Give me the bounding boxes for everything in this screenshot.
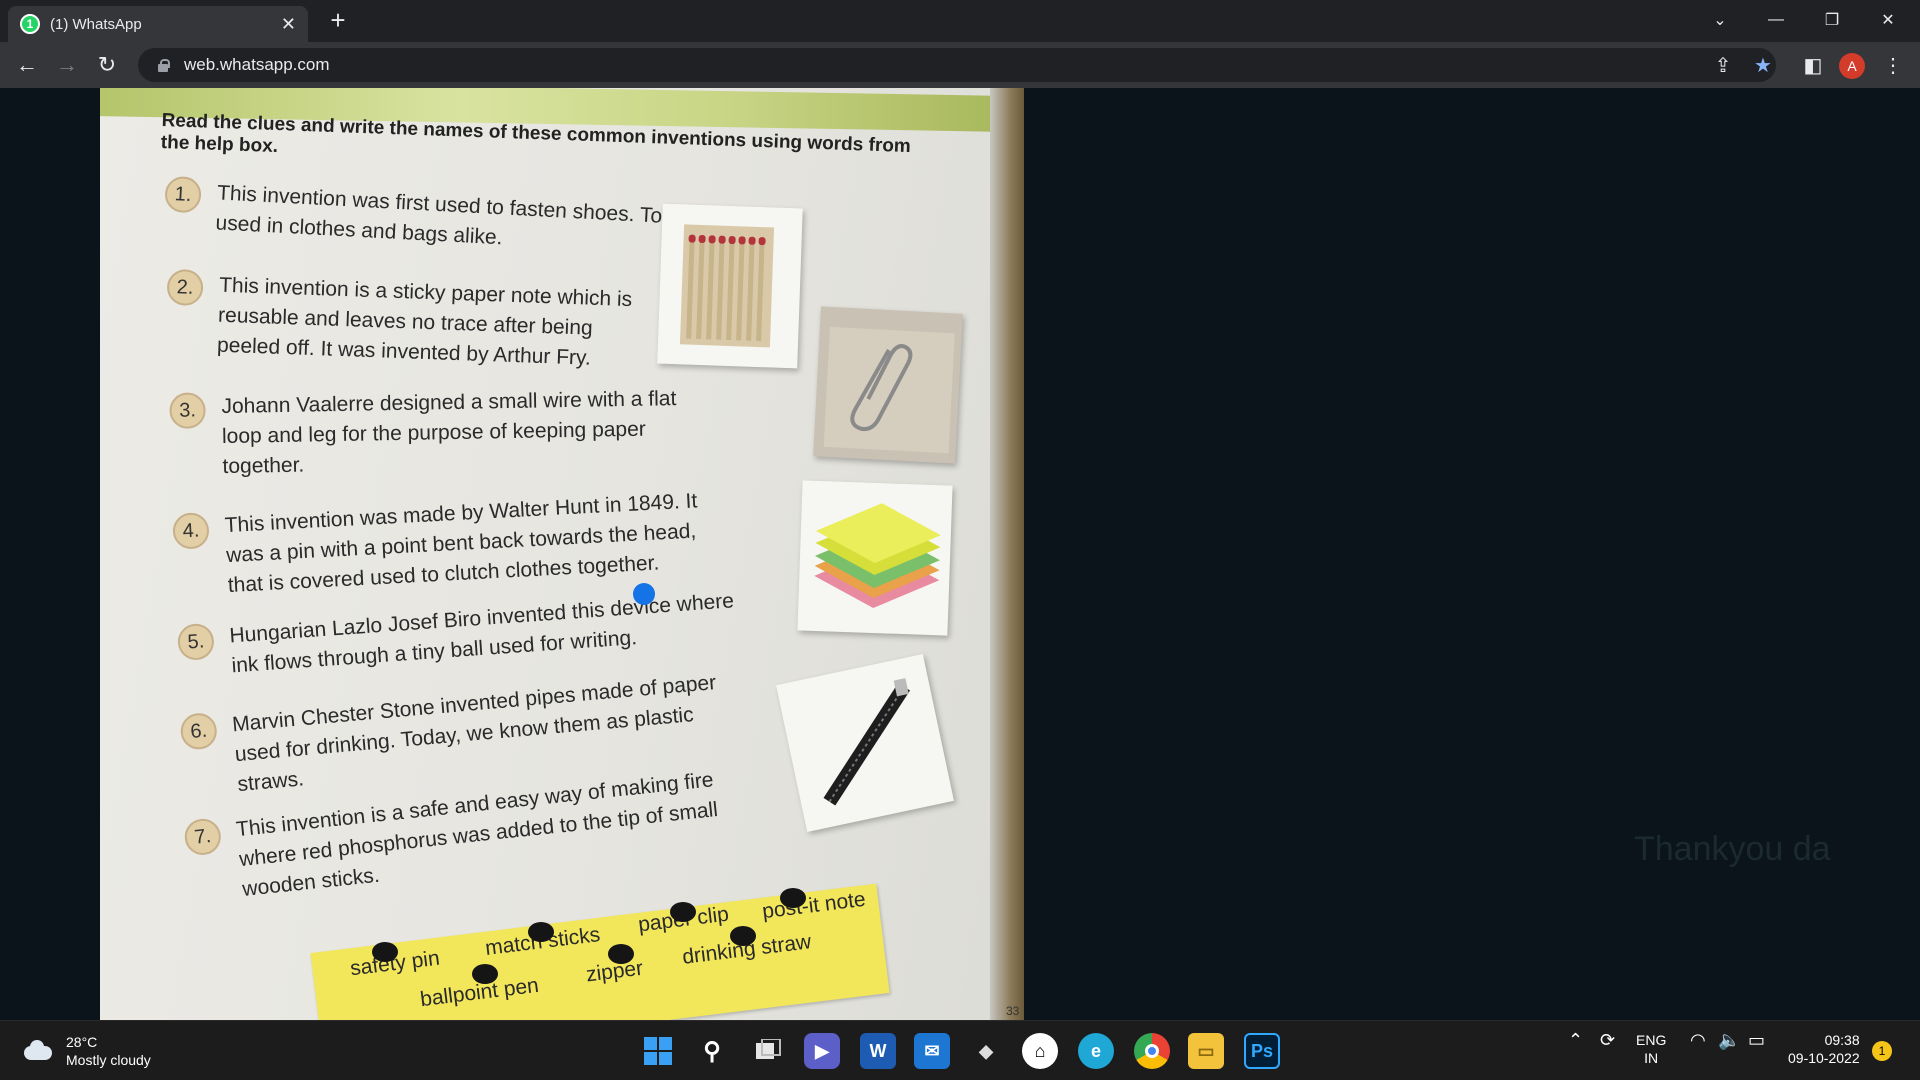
clue-number: 2.	[166, 268, 204, 307]
close-window-button[interactable]: ✕	[1860, 0, 1916, 40]
bookmark-star-icon[interactable]: ★	[1748, 50, 1778, 80]
steam-icon[interactable]: ⌂	[1022, 1033, 1058, 1069]
lock-icon[interactable]	[156, 58, 170, 72]
profile-avatar[interactable]: A	[1839, 53, 1865, 79]
clock[interactable]: 09:38 09-10-2022	[1788, 1031, 1860, 1067]
ink-blot	[528, 922, 554, 942]
viewer-background: Thankyou da	[1024, 88, 1920, 1020]
forward-button[interactable]: →	[52, 50, 82, 80]
teams-chat-icon[interactable]: ▶	[804, 1033, 840, 1069]
matchbox-image	[657, 203, 803, 369]
menu-kebab-icon[interactable]: ⋮	[1878, 50, 1908, 80]
ink-blot	[730, 926, 756, 946]
faded-message-text: Thankyou da	[1634, 830, 1831, 868]
share-icon[interactable]: ⇪	[1708, 50, 1738, 80]
ink-blot	[372, 942, 398, 962]
back-button[interactable]: ←	[12, 50, 42, 80]
clue-number: 4.	[172, 511, 210, 550]
sticky-notes-image	[797, 480, 953, 636]
zipper-image	[776, 654, 954, 832]
side-panel-icon[interactable]: ◧	[1798, 50, 1828, 80]
ink-blot	[472, 964, 498, 984]
zipper-icon	[823, 678, 911, 806]
sticky-notes-icon	[814, 503, 941, 608]
edge-icon[interactable]: e	[1078, 1033, 1114, 1069]
task-view-icon[interactable]	[750, 1033, 786, 1069]
windows-logo-icon	[644, 1037, 672, 1065]
book-edge	[990, 88, 1024, 1020]
whatsapp-icon: 1	[20, 14, 40, 34]
ink-blot	[608, 944, 634, 964]
clue-text: This invention was made by Walter Hunt i…	[224, 489, 698, 598]
chrome-icon[interactable]	[1134, 1033, 1170, 1069]
matchsticks-icon	[679, 224, 775, 348]
date: 09-10-2022	[1788, 1050, 1860, 1066]
tab-whatsapp[interactable]: 1 (1) WhatsApp ✕	[8, 6, 308, 42]
clue-5: 5. Hungarian Lazlo Josef Biro invented t…	[176, 585, 762, 682]
tab-title: (1) WhatsApp	[50, 15, 142, 33]
weather-condition: Mostly cloudy	[66, 1052, 151, 1068]
clue-number: 6.	[179, 711, 219, 751]
file-explorer-icon[interactable]: ▭	[1188, 1033, 1224, 1069]
ink-blot	[780, 888, 806, 908]
clue-number: 1.	[164, 175, 202, 214]
microsoft-store-icon[interactable]: ◆	[968, 1033, 1004, 1069]
mouse-cursor-indicator	[633, 583, 655, 605]
temperature: 28°C	[66, 1034, 98, 1050]
url-text: web.whatsapp.com	[184, 55, 330, 74]
browser-tab-strip: 1 (1) WhatsApp ✕ + ⌄ — ❐ ✕	[0, 0, 1920, 42]
browser-toolbar: ← → ↻ web.whatsapp.com ⇪ ★ ◧ ⋮	[0, 42, 1920, 88]
whatsapp-media-viewer: Thankyou da Read the clues and write the…	[0, 88, 1920, 1020]
page-number: 33	[1006, 1004, 1020, 1018]
clue-2: 2. This invention is a sticky paper note…	[166, 268, 640, 376]
clue-number: 5.	[176, 622, 216, 662]
start-button[interactable]	[640, 1033, 676, 1069]
clue-text: Johann Vaalerre designed a small wire wi…	[221, 387, 677, 479]
notification-badge[interactable]: 1	[1872, 1041, 1892, 1061]
minimize-button[interactable]: —	[1748, 0, 1804, 40]
cloud-icon	[20, 1040, 54, 1062]
paperclip-icon	[823, 326, 955, 454]
ink-blot	[670, 902, 696, 922]
address-bar[interactable]: web.whatsapp.com	[138, 48, 1776, 82]
clue-4: 4. This invention was made by Walter Hun…	[172, 485, 728, 601]
clue-text: This invention is a sticky paper note wh…	[216, 273, 633, 370]
windows-taskbar: 28°C Mostly cloudy ⚲ ▶ W ✉ ◆ ⌂ e ▭ Ps ⌃ …	[0, 1020, 1920, 1080]
clue-3: 3. Johann Vaalerre designed a small wire…	[169, 384, 683, 482]
reload-button[interactable]: ↻	[92, 50, 122, 80]
language-indicator[interactable]: ENG IN	[1636, 1031, 1666, 1067]
clue-number: 7.	[183, 817, 223, 857]
mail-icon[interactable]: ✉	[914, 1033, 950, 1069]
new-tab-button[interactable]: +	[324, 6, 352, 34]
photoshop-icon[interactable]: Ps	[1244, 1033, 1280, 1069]
show-hidden-icons[interactable]: ⌃	[1568, 1031, 1583, 1049]
weather-widget[interactable]: 28°C Mostly cloudy	[20, 1033, 151, 1069]
word-icon[interactable]: W	[860, 1033, 896, 1069]
volume-icon[interactable]: 🔈	[1718, 1031, 1740, 1049]
time: 09:38	[1824, 1032, 1860, 1048]
clue-text: Hungarian Lazlo Josef Biro invented this…	[228, 589, 735, 678]
clue-number: 3.	[169, 392, 206, 429]
clue-text: This invention was first used to fasten …	[215, 181, 734, 250]
restore-button[interactable]: ❐	[1804, 0, 1860, 40]
search-icon[interactable]: ⚲	[694, 1033, 730, 1069]
sync-icon[interactable]: ⟳	[1600, 1031, 1615, 1049]
paperclip-image	[813, 306, 963, 464]
battery-icon[interactable]: ▭	[1748, 1031, 1765, 1049]
worksheet-photo: Read the clues and write the names of th…	[100, 88, 1024, 1020]
wifi-icon[interactable]: ◠	[1690, 1031, 1706, 1049]
tab-search-icon[interactable]: ⌄	[1692, 0, 1748, 40]
close-tab-icon[interactable]: ✕	[281, 14, 296, 35]
